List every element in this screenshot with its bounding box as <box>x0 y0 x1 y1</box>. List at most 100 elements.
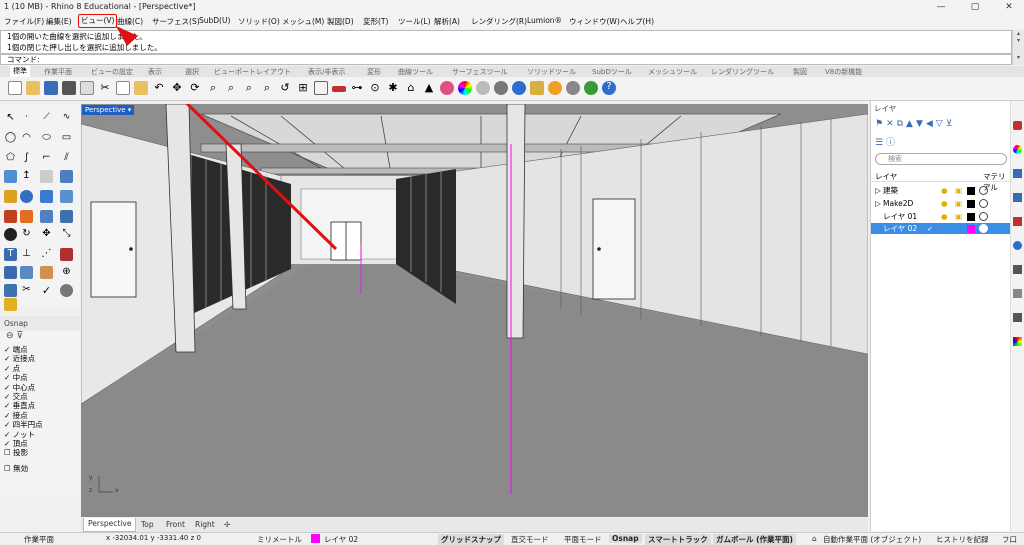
point-icon[interactable]: ⊙ <box>368 81 382 95</box>
add-viewport-icon[interactable]: ✢ <box>224 520 230 529</box>
light-bulb-icon[interactable]: ● <box>941 211 948 222</box>
rectangle-icon[interactable]: ▭ <box>60 132 73 145</box>
command-dropdown-icon[interactable]: ▾ <box>1012 54 1024 65</box>
environment-panel-icon[interactable] <box>1013 241 1022 250</box>
tab-render-tools[interactable]: レンダリングツール <box>711 67 774 77</box>
tab-top[interactable]: Top <box>141 520 154 529</box>
layer-row[interactable]: レイヤ 01 ● ▣ <box>871 211 1011 222</box>
environment-icon[interactable] <box>584 81 598 95</box>
osnap-icon[interactable]: ✱ <box>386 81 400 95</box>
history-scrollbar[interactable]: ▴ ▾ <box>1012 30 1024 54</box>
osnap-item-mid[interactable]: ✓ 中点 <box>0 373 80 382</box>
array-icon[interactable] <box>40 266 53 279</box>
rotate-icon[interactable]: ↻ <box>20 228 33 241</box>
block-icon[interactable] <box>60 248 73 261</box>
sun-icon[interactable] <box>548 81 562 95</box>
osnap-item-end[interactable]: ✓ 端点 <box>0 345 80 354</box>
mesh-icon[interactable] <box>60 190 73 203</box>
menu-transform[interactable]: 変形(T) <box>363 16 388 27</box>
shaded-sphere-icon[interactable] <box>494 81 508 95</box>
tab-cplane[interactable]: 作業平面 <box>44 67 72 77</box>
dimension-icon[interactable]: ⊥ <box>20 248 33 261</box>
ellipse-icon[interactable]: ⬭ <box>40 132 53 145</box>
tab-transform[interactable]: 変形 <box>367 67 381 77</box>
layer-row-current[interactable]: レイヤ 02 ✓ <box>871 223 1011 234</box>
planar-surface-icon[interactable] <box>60 170 73 183</box>
scale-icon[interactable]: ⤡ <box>60 228 73 241</box>
status-filter[interactable]: フ口 <box>1002 534 1017 545</box>
minimize-button[interactable]: — <box>926 1 956 13</box>
tab-mesh-tools[interactable]: メッシュツール <box>648 67 697 77</box>
analyze-icon[interactable] <box>60 284 73 297</box>
lock-icon[interactable]: ▣ <box>955 185 962 196</box>
help-panel-icon[interactable] <box>1013 313 1022 322</box>
material-icon[interactable] <box>979 224 988 233</box>
menu-drafting[interactable]: 製図(D) <box>327 16 354 27</box>
freeform-icon[interactable]: ∫ <box>20 152 33 165</box>
material-icon[interactable] <box>566 81 580 95</box>
perspective-viewport[interactable]: y z x Perspective ▾ <box>81 104 868 517</box>
join-icon[interactable] <box>4 284 17 297</box>
status-layer[interactable]: レイヤ 02 <box>324 534 358 545</box>
camera-panel-icon[interactable] <box>1013 265 1022 274</box>
four-viewports-icon[interactable] <box>314 81 328 95</box>
tab-drafting[interactable]: 製図 <box>793 67 807 77</box>
check-icon[interactable]: ✓ <box>40 284 53 297</box>
select-icon[interactable]: ⊶ <box>350 81 364 95</box>
osnap-item-near[interactable]: ✓ 近接点 <box>0 354 80 363</box>
offset-icon[interactable]: ⫽ <box>60 152 73 165</box>
tab-right[interactable]: Right <box>195 520 215 529</box>
osnap-filter-icon[interactable]: ⊖ ⊽ <box>0 331 80 345</box>
material-icon[interactable] <box>979 212 988 221</box>
boolean-icon[interactable] <box>4 210 17 223</box>
properties-panel-icon[interactable] <box>1013 121 1022 130</box>
polyline-icon[interactable]: ⟋ <box>40 112 53 125</box>
status-grid-snap[interactable]: グリッドスナップ <box>438 534 504 545</box>
layer-row[interactable]: ▷ 建築 ● ▣ <box>871 185 1011 196</box>
surface-icon[interactable] <box>4 170 17 183</box>
material-icon[interactable] <box>979 199 988 208</box>
save-icon[interactable] <box>44 81 58 95</box>
display-panel-icon[interactable] <box>1013 193 1022 202</box>
undo-view-icon[interactable]: ↺ <box>278 81 292 95</box>
text-icon[interactable]: T <box>4 248 17 261</box>
osnap-item-point[interactable]: ✓ 点 <box>0 364 80 373</box>
layer-color-swatch[interactable] <box>967 213 975 221</box>
polygon-icon[interactable]: ⬠ <box>4 152 17 165</box>
osnap-item-project[interactable]: ☐ 投影 <box>0 448 80 457</box>
curve-icon[interactable]: ∿ <box>60 112 73 125</box>
lock-icon[interactable]: ▣ <box>955 198 962 209</box>
group-icon[interactable] <box>4 266 17 279</box>
tab-visibility[interactable]: 表示/非表示 <box>308 67 345 77</box>
rendered-icon[interactable] <box>512 81 526 95</box>
layer-color-icon[interactable] <box>440 81 454 95</box>
help-icon[interactable]: ? <box>602 81 616 95</box>
maximize-button[interactable]: ▢ <box>960 1 990 13</box>
cap-icon[interactable] <box>60 210 73 223</box>
status-ortho[interactable]: 直交モード <box>511 534 549 545</box>
menu-edit[interactable]: 編集(E) <box>46 16 72 27</box>
extrude-curve-icon[interactable]: ↥ <box>20 170 33 183</box>
sphere-icon[interactable] <box>20 190 33 203</box>
osnap-item-perp[interactable]: ✓ 垂直点 <box>0 401 80 410</box>
material-icon[interactable] <box>979 186 988 195</box>
tab-perspective[interactable]: Perspective <box>83 518 137 532</box>
menu-render[interactable]: レンダリング(R) <box>471 16 527 27</box>
loft-icon[interactable] <box>40 170 53 183</box>
solid-edit-icon[interactable] <box>40 210 53 223</box>
osnap-item-tan[interactable]: ✓ 接点 <box>0 411 80 420</box>
lock-icon[interactable]: ⌂ <box>404 81 418 95</box>
render-panel-icon[interactable] <box>1013 217 1022 226</box>
layer-color-swatch[interactable] <box>967 225 975 233</box>
snap-grid-icon[interactable]: ⋰ <box>40 248 53 261</box>
light-icon[interactable] <box>530 81 544 95</box>
close-button[interactable]: ✕ <box>994 1 1024 13</box>
fillet-curve-icon[interactable]: ⌐ <box>40 152 53 165</box>
layer-row[interactable]: ▷ Make2D ● ▣ <box>871 198 1011 209</box>
light-bulb-icon[interactable]: ● <box>941 198 948 209</box>
layer-search-input[interactable]: 検索 <box>875 153 1007 165</box>
layer-menu-icon[interactable]: ☰ ⓘ <box>875 135 895 148</box>
point-tool-icon[interactable]: · <box>20 112 33 125</box>
status-osnap[interactable]: Osnap <box>609 534 642 543</box>
menu-lumion[interactable]: Lumion® <box>527 16 562 25</box>
